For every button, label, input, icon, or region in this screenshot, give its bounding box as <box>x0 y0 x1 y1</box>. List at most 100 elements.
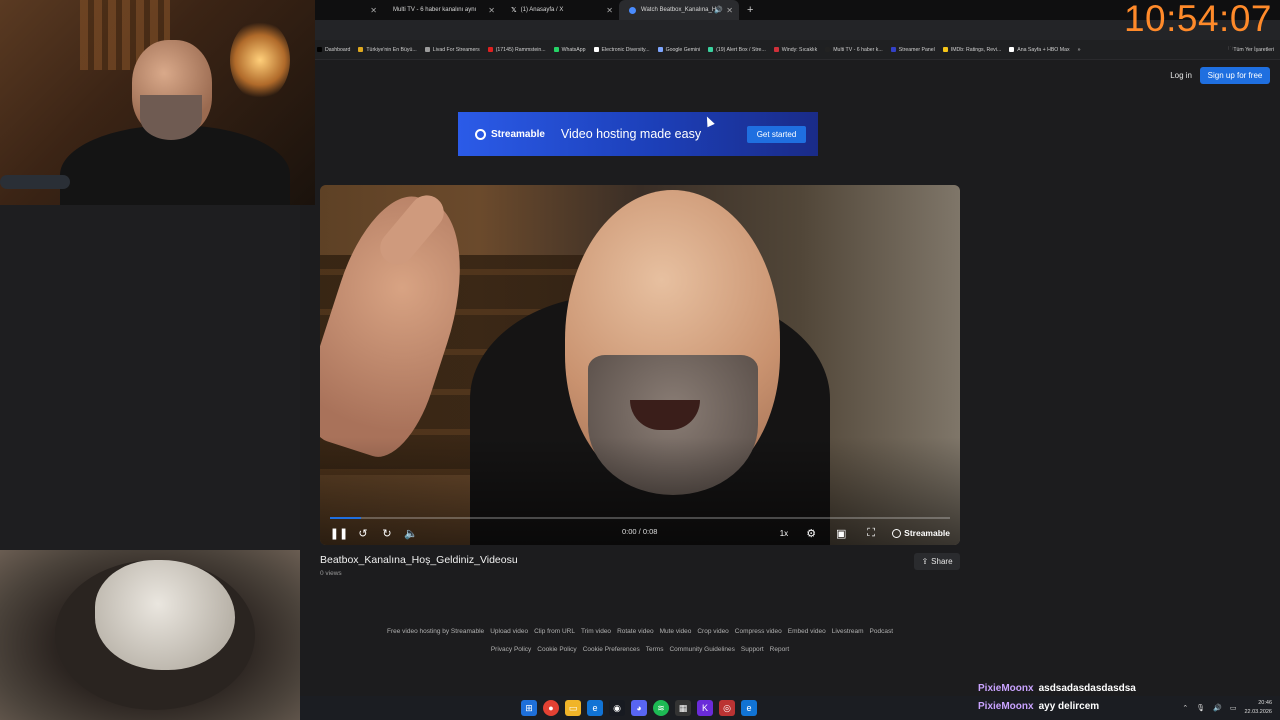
footer-links-primary: Free video hosting by Streamable Upload v… <box>300 628 980 635</box>
bookmarks-overflow-button[interactable]: » <box>1078 47 1081 53</box>
kick-icon[interactable]: K <box>697 700 713 716</box>
discord-icon[interactable]: ◕ <box>631 700 647 716</box>
footer-link[interactable]: Report <box>770 646 790 653</box>
footer-link[interactable]: Free video hosting by Streamable <box>387 628 484 635</box>
forward-icon[interactable]: ↻ <box>378 524 396 542</box>
bookmark-label: Türkiye'nin En Büyü... <box>366 46 417 53</box>
pause-icon[interactable]: ❚❚ <box>330 524 348 542</box>
bookmark-item[interactable]: WhatsApp <box>553 47 586 53</box>
stream-clock: 10:54:07 <box>1123 0 1272 39</box>
video-player[interactable]: ❚❚ ↺ ↻ 🔈 0:00 / 0:08 1x ⚙ ▣ ⛶ Streamable <box>320 185 960 545</box>
tab-multi-tv[interactable]: Multi TV - 6 haber kanalını aynı ✕ <box>383 0 501 20</box>
calculator-icon[interactable]: ▦ <box>675 700 691 716</box>
bookmark-label: Electronic Diversity... <box>601 46 650 53</box>
fullscreen-icon[interactable]: ⛶ <box>862 524 880 542</box>
tray-overflow-icon[interactable]: ⌃ <box>1182 704 1188 712</box>
bookmark-item[interactable]: Multi TV - 6 haber k... <box>825 47 883 53</box>
footer-link[interactable]: Podcast <box>870 628 894 635</box>
playback-speed-button[interactable]: 1x <box>780 529 788 538</box>
all-bookmarks-label: Tüm Yer İşaretleri <box>1233 46 1274 53</box>
volume-tray-icon[interactable]: 🔊 <box>1213 704 1222 712</box>
footer-link[interactable]: Terms <box>646 646 664 653</box>
tab-label: Watch Beatbox_Kanalına_H <box>641 7 717 13</box>
bookmark-item[interactable]: Streamer Panel <box>890 47 935 53</box>
edge-icon[interactable]: e <box>587 700 603 716</box>
rewind-icon[interactable]: ↺ <box>354 524 372 542</box>
share-icon: ⇪ <box>921 557 929 566</box>
tab-label: Multi TV - 6 haber kanalını aynı <box>393 7 477 13</box>
volume-icon[interactable]: 🔈 <box>402 524 420 542</box>
chrome-icon[interactable]: ● <box>543 700 559 716</box>
footer-link[interactable]: Upload video <box>490 628 528 635</box>
footer-link[interactable]: Trim video <box>581 628 611 635</box>
bookmark-item[interactable]: Electronic Diversity... <box>593 46 650 53</box>
footer-link[interactable]: Embed video <box>788 628 826 635</box>
chat-text: asdsadasdasdasdsa <box>1038 683 1136 694</box>
footer-link[interactable]: Rotate video <box>617 628 654 635</box>
footer-link[interactable]: Community Guidelines <box>669 646 734 653</box>
bookmark-favicon-icon <box>424 47 430 52</box>
ad-banner[interactable]: Streamable Video hosting made easy Get s… <box>458 112 818 156</box>
bookmark-item[interactable]: Türkiye'nin En Büyü... <box>358 46 417 53</box>
streamable-page: Log in Sign up for free Streamable Video… <box>300 60 1280 696</box>
bookmark-item[interactable]: Dashboard <box>317 47 350 53</box>
footer-link[interactable]: Cookie Policy <box>537 646 576 653</box>
ad-tagline: Video hosting made easy <box>560 127 702 141</box>
video-progress-bar[interactable] <box>330 517 950 519</box>
tab-label: (1) Anasayfa / X <box>520 7 564 13</box>
bookmark-favicon-icon <box>553 47 559 52</box>
footer-link[interactable]: Mute video <box>660 628 692 635</box>
login-link[interactable]: Log in <box>1170 71 1192 80</box>
bookmark-item[interactable]: Google Gemini <box>657 47 700 53</box>
bookmark-item[interactable]: (19) Alert Box / Stre... <box>708 47 766 53</box>
streamable-player-brand[interactable]: Streamable <box>892 528 950 538</box>
bookmark-item[interactable]: Ana Sayfa + HBO Max <box>1009 46 1070 53</box>
streamer-webcam <box>0 0 315 205</box>
bookmark-label: (19) Alert Box / Stre... <box>716 46 766 53</box>
new-tab-button[interactable]: + <box>739 4 761 16</box>
picture-in-picture-icon[interactable]: ▣ <box>832 524 850 542</box>
close-tab-icon[interactable]: ✕ <box>606 6 613 15</box>
microphone-icon[interactable]: 🎙 <box>1196 704 1205 712</box>
bookmark-label: Ana Sayfa + HBO Max <box>1017 46 1070 53</box>
signup-button[interactable]: Sign up for free <box>1200 67 1270 84</box>
footer-link[interactable]: Cookie Preferences <box>583 646 640 653</box>
close-tab-icon[interactable]: ✕ <box>488 6 495 15</box>
share-button[interactable]: ⇪ Share <box>914 553 960 570</box>
network-icon[interactable]: ▭ <box>1230 704 1237 712</box>
system-tray: ⌃ 🎙 🔊 ▭ 20:46 22.03.2026 <box>1182 699 1272 717</box>
footer-link[interactable]: Compress video <box>735 628 782 635</box>
bookmark-item[interactable]: Livad For Streamers <box>424 47 480 53</box>
footer-link[interactable]: Livestream <box>832 628 864 635</box>
all-bookmarks-folder[interactable]: 🗀 Tüm Yer İşaretleri <box>1228 45 1274 54</box>
steam-icon[interactable]: ◉ <box>609 700 625 716</box>
chat-username: PixieMoonx <box>978 683 1034 694</box>
settings-gear-icon[interactable]: ⚙ <box>802 524 820 542</box>
windows-start-icon[interactable]: ⊞ <box>521 700 537 716</box>
tab-x-home[interactable]: 𝕏 (1) Anasayfa / X ✕ <box>501 0 619 20</box>
footer-link[interactable]: Clip from URL <box>534 628 575 635</box>
footer-link[interactable]: Support <box>741 646 764 653</box>
get-started-button[interactable]: Get started <box>747 126 806 143</box>
bookmark-item[interactable]: IMDb: Ratings, Revi... <box>942 47 1001 53</box>
file-explorer-icon[interactable]: ▭ <box>565 700 581 716</box>
edge-beta-icon[interactable]: e <box>741 700 757 716</box>
tray-clock[interactable]: 20:46 22.03.2026 <box>1244 699 1272 717</box>
pet-camera <box>0 550 300 720</box>
bookmark-item[interactable]: Windy: Sıcaklık <box>773 47 817 53</box>
tab-previous[interactable]: ✕ <box>315 0 383 20</box>
obs-icon[interactable]: ◎ <box>719 700 735 716</box>
close-tab-icon[interactable]: ✕ <box>726 6 733 15</box>
close-tab-icon[interactable]: ✕ <box>370 6 377 15</box>
speaker-icon[interactable]: 🔊 <box>714 6 723 14</box>
streamable-favicon-icon <box>629 6 636 14</box>
tab-streamable-active[interactable]: Watch Beatbox_Kanalına_H 🔊 ✕ <box>619 0 739 20</box>
player-controls: ❚❚ ↺ ↻ 🔈 0:00 / 0:08 1x ⚙ ▣ ⛶ Streamable <box>320 521 960 545</box>
footer-link[interactable]: Crop video <box>697 628 728 635</box>
playback-time: 0:00 / 0:08 <box>622 527 658 536</box>
footer-link[interactable]: Privacy Policy <box>491 646 531 653</box>
spotify-icon[interactable]: ≋ <box>653 700 669 716</box>
bookmark-item[interactable]: (17145) Rammstein... <box>487 47 546 53</box>
tray-date: 22.03.2026 <box>1244 709 1272 715</box>
tray-time: 20:46 <box>1258 700 1272 706</box>
